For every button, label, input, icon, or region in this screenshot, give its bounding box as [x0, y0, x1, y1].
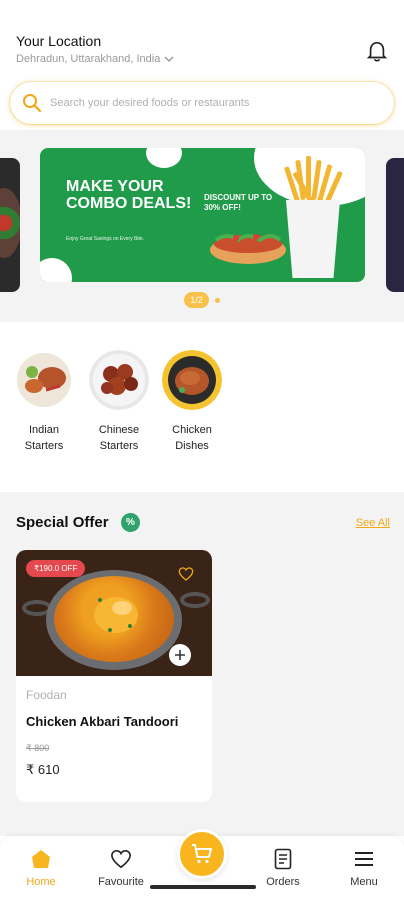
carousel-indicator: 1/2 [0, 292, 404, 308]
category-chicken-dishes[interactable]: Chicken Dishes [162, 350, 222, 454]
banner-subtext: Enjoy Great Savings on Every Bite. [66, 236, 145, 242]
original-price: ₹ 800 [26, 743, 50, 753]
section-title: Special Offer [16, 514, 109, 531]
nav-home[interactable]: Home [6, 848, 76, 888]
location-value: Dehradun, Uttarakhand, India [16, 53, 161, 65]
cart-icon [192, 844, 212, 864]
heart-icon [111, 849, 131, 869]
nav-label: Home [26, 876, 56, 888]
food-name: Chicken Akbari Tandoori [26, 714, 179, 729]
carousel-pager: 1/2 [184, 292, 209, 308]
home-icon [32, 850, 50, 868]
nav-menu[interactable]: Menu [329, 848, 399, 888]
banner-headline: MAKE YOUR COMBO DEALS! [66, 178, 192, 212]
special-offer-section: Special Offer % See All ₹190.0 OFF Fooda… [0, 492, 404, 836]
orders-icon [274, 848, 292, 870]
category-label: Chinese Starters [98, 424, 140, 452]
nav-label: Orders [266, 876, 300, 888]
chevron-down-icon [164, 56, 174, 62]
favourite-heart-icon[interactable] [178, 566, 194, 582]
location-selector[interactable]: Dehradun, Uttarakhand, India [16, 53, 174, 65]
nav-label: Favourite [98, 876, 144, 888]
banner-discount: DISCOUNT UP TO 30% OFF! [204, 193, 273, 212]
nav-favourite[interactable]: Favourite [86, 848, 156, 888]
category-label: Indian Starters [24, 424, 64, 452]
category-image [14, 350, 74, 410]
plus-icon [175, 650, 185, 660]
carousel-dot[interactable] [214, 297, 220, 303]
category-image [89, 350, 149, 410]
discount-badge: ₹190.0 OFF [26, 560, 86, 577]
restaurant-name: Foodan [26, 688, 67, 702]
add-to-cart-button[interactable] [169, 644, 191, 666]
nav-orders[interactable]: Orders [248, 848, 318, 888]
notification-bell-icon[interactable] [366, 40, 388, 64]
category-chinese-starters[interactable]: Chinese Starters [89, 350, 149, 454]
location-title: Your Location [16, 33, 102, 49]
header: Your Location Dehradun, Uttarakhand, Ind… [0, 0, 404, 130]
category-image [162, 350, 222, 410]
promo-carousel[interactable]: MAKE YOUR COMBO DEALS! Enjoy Great Savin… [0, 130, 404, 322]
search-bar[interactable] [10, 82, 394, 124]
category-label: Chicken Dishes [172, 424, 212, 452]
nav-label: Menu [350, 876, 378, 888]
combo-deals-banner[interactable]: MAKE YOUR COMBO DEALS! Enjoy Great Savin… [40, 148, 365, 282]
offer-card[interactable]: ₹190.0 OFF Foodan Chicken Akbari Tandoor… [16, 550, 212, 802]
category-list: Indian Starters Chinese Starters Chicken… [0, 322, 404, 492]
percent-badge-icon: % [121, 513, 140, 532]
system-home-indicator[interactable] [150, 885, 256, 889]
hotdog-image [210, 234, 286, 264]
search-icon [23, 94, 42, 113]
cart-button[interactable] [177, 829, 227, 879]
category-indian-starters[interactable]: Indian Starters [14, 350, 74, 454]
search-input[interactable] [50, 97, 350, 109]
see-all-link[interactable]: See All [356, 517, 390, 529]
next-banner[interactable] [386, 158, 404, 292]
discounted-price: ₹ 610 [26, 762, 60, 777]
previous-banner[interactable] [0, 158, 20, 292]
menu-icon [355, 852, 373, 866]
